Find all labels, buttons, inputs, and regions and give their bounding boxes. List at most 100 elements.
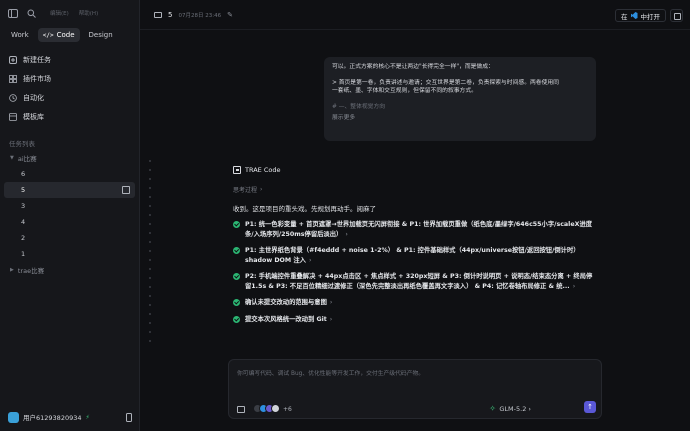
step-text: 确认未提交改动的范围与意图 [245, 299, 327, 306]
user-message-bubble: 可以。正式方案的核心不是让两边"长得完全一样"，而是做成： > 首页是第一卷，负… [324, 57, 596, 141]
context-count[interactable]: +6 [283, 406, 292, 413]
model-selector[interactable]: GLM-5.2 › [499, 405, 531, 413]
model-name: GLM-5.2 [499, 405, 527, 413]
vscode-icon [630, 12, 638, 19]
check-circle-icon [233, 221, 240, 228]
task-label: 6 [21, 170, 26, 178]
message-line: # —、整体视觉方向 [332, 103, 386, 110]
assistant-reply: TRAE Code 思考过程 › 收到。这是项目的重头戏。先规划再动手。阅麻了 … [233, 164, 593, 324]
step-item[interactable]: 确认未提交改动的范围与意图 › [233, 298, 593, 308]
task-item-1[interactable]: 1 [0, 246, 135, 262]
edit-icon[interactable]: ✎ [227, 11, 233, 19]
tab-work[interactable]: Work [6, 28, 34, 42]
message-line: 一套纸、墨、字体和交互规则，但保留不同的叙事方式。 [332, 88, 477, 94]
step-text: P1: 主世界纸色背景（#f4eddd + noise 1-2%） & P1: … [245, 247, 580, 264]
message-line: 可以。正式方案的核心不是让两边"长得完全一样"，而是做成： [332, 64, 494, 70]
assistant-header: TRAE Code [233, 164, 593, 176]
tab-code[interactable]: </> Code [37, 28, 80, 42]
open-label: 中打开 [640, 12, 661, 21]
task-item-3[interactable]: 3 [0, 198, 135, 214]
code-icon: </> [42, 31, 54, 39]
check-circle-icon [233, 315, 240, 323]
task-date: 07月28日 23:46 [178, 12, 222, 19]
task-label: 1 [21, 250, 26, 258]
task-group-trae-label: trae比赛 [17, 267, 45, 275]
open-in-vscode-button[interactable]: 在 中打开 [615, 9, 666, 22]
lightning-icon: ⚡ [85, 413, 90, 421]
chevron-right-icon: › [260, 185, 263, 193]
task-item-6[interactable]: 6 [0, 166, 135, 182]
check-circle-icon [233, 247, 240, 254]
nav-plugin-market-label: 插件市场 [23, 74, 51, 83]
step-item[interactable]: P1: 主世界纸色背景（#f4eddd + noise 1-2%） & P1: … [233, 246, 593, 265]
step-item[interactable]: P2: 手机端控件重叠解决 + 44px点击区 + 焦点样式 + 320px短屏… [233, 272, 593, 291]
task-group-ai[interactable]: ▼ ai比赛 [0, 150, 139, 166]
nav-automation-label: 自动化 [23, 93, 44, 102]
nav-template-library[interactable]: 模板库 [0, 107, 139, 126]
sparkle-icon[interactable]: ✧ [489, 404, 496, 413]
context-sources[interactable] [253, 404, 280, 413]
assistant-name: TRAE Code [245, 166, 281, 174]
task-label: 5 [21, 186, 26, 194]
phone-icon[interactable] [126, 412, 132, 422]
task-item-5[interactable]: 5 [4, 182, 135, 198]
template-icon [9, 112, 17, 121]
image-upload-icon[interactable] [237, 406, 245, 413]
nav-new-task[interactable]: 新建任务 [0, 50, 139, 69]
reply-intro: 收到。这是项目的重头戏。先规划再动手。阅麻了 [233, 205, 376, 213]
step-text: P2: 手机端控件重叠解决 + 44px点击区 + 焦点样式 + 320px短屏… [245, 273, 593, 290]
user-bar[interactable]: 用户61293820934 ⚡ [0, 403, 140, 431]
user-name: 用户61293820934 [23, 414, 82, 422]
tab-code-label: Code [56, 31, 75, 39]
chevron-right-icon: › [329, 315, 333, 323]
check-circle-icon [233, 299, 240, 306]
menu-help[interactable]: 帮助(H) [79, 9, 98, 17]
search-icon[interactable] [26, 8, 36, 18]
show-more-link[interactable]: 展示更多 [332, 112, 588, 121]
context-avatar [271, 404, 280, 413]
title-strip: 编辑(E) 帮助(H) [0, 0, 139, 26]
nav-plugin-market[interactable]: 插件市场 [0, 69, 139, 88]
step-item[interactable]: 提交本次风格统一改动到 Git › [233, 315, 593, 325]
monitor-icon [154, 11, 162, 18]
tab-design-label: Design [88, 31, 113, 39]
composer[interactable]: 你可编写代码、调试 Bug、优化性能等开发工作，交付生产级代码产物。 +6 ✧ … [228, 359, 602, 419]
task-number: 5 [168, 10, 173, 19]
nav-new-task-label: 新建任务 [23, 55, 51, 64]
thinking-toggle[interactable]: 思考过程 › [233, 184, 593, 194]
task-group-ai-label: ai比赛 [17, 155, 37, 163]
tab-design[interactable]: Design [84, 28, 118, 42]
chat-header: 5 07月28日 23:46 ✎ [140, 0, 690, 30]
tasks-title: 任务列表 [9, 140, 35, 148]
chevron-right-icon: › [572, 282, 576, 290]
menu-edit[interactable]: 编辑(E) [50, 9, 69, 17]
send-button[interactable]: ↑ [584, 401, 596, 413]
nav-template-library-label: 模板库 [23, 112, 44, 121]
chevron-right-icon: › [329, 299, 333, 306]
message-line: > 首页是第一卷，负责讲述与邀请；交互世界是第二卷，负责探索与时间感。两卷使用同 [332, 79, 559, 86]
step-text: 提交本次风格统一改动到 Git [245, 315, 327, 323]
task-label: 3 [21, 202, 26, 210]
trae-logo-icon [233, 166, 241, 174]
task-label: 2 [21, 234, 26, 242]
toggle-panel-button[interactable] [670, 9, 683, 22]
task-item-2[interactable]: 2 [0, 230, 135, 246]
task-item-4[interactable]: 4 [0, 214, 135, 230]
step-item[interactable]: P1: 统一色彩变量 + 首页遮罩→世界加载页无闪屏衔接 & P1: 世界加载页… [233, 220, 593, 239]
open-prefix: 在 [621, 12, 628, 21]
panel-icon[interactable] [122, 186, 130, 194]
nav-automation[interactable]: 自动化 [0, 88, 139, 107]
chevron-right-icon: ▶ [10, 267, 14, 273]
sidebar-toggle-icon[interactable] [8, 8, 18, 18]
avatar [8, 411, 19, 423]
sidebar: 编辑(E) 帮助(H) Work </> Code Design 新建任务 插件市… [0, 0, 140, 431]
tab-work-label: Work [11, 31, 29, 39]
mode-tabs: Work </> Code Design [6, 28, 139, 42]
task-group-trae[interactable]: ▶ trae比赛 [0, 262, 139, 278]
thinking-label: 思考过程 [233, 186, 258, 194]
grid-icon [9, 74, 17, 83]
message-scroll-markers[interactable] [148, 160, 154, 342]
chevron-right-icon: › [308, 256, 312, 264]
composer-input[interactable]: 你可编写代码、调试 Bug、优化性能等开发工作，交付生产级代码产物。 [237, 368, 424, 377]
step-text: P1: 统一色彩变量 + 首页遮罩→世界加载页无闪屏衔接 & P1: 世界加载页… [245, 221, 593, 238]
